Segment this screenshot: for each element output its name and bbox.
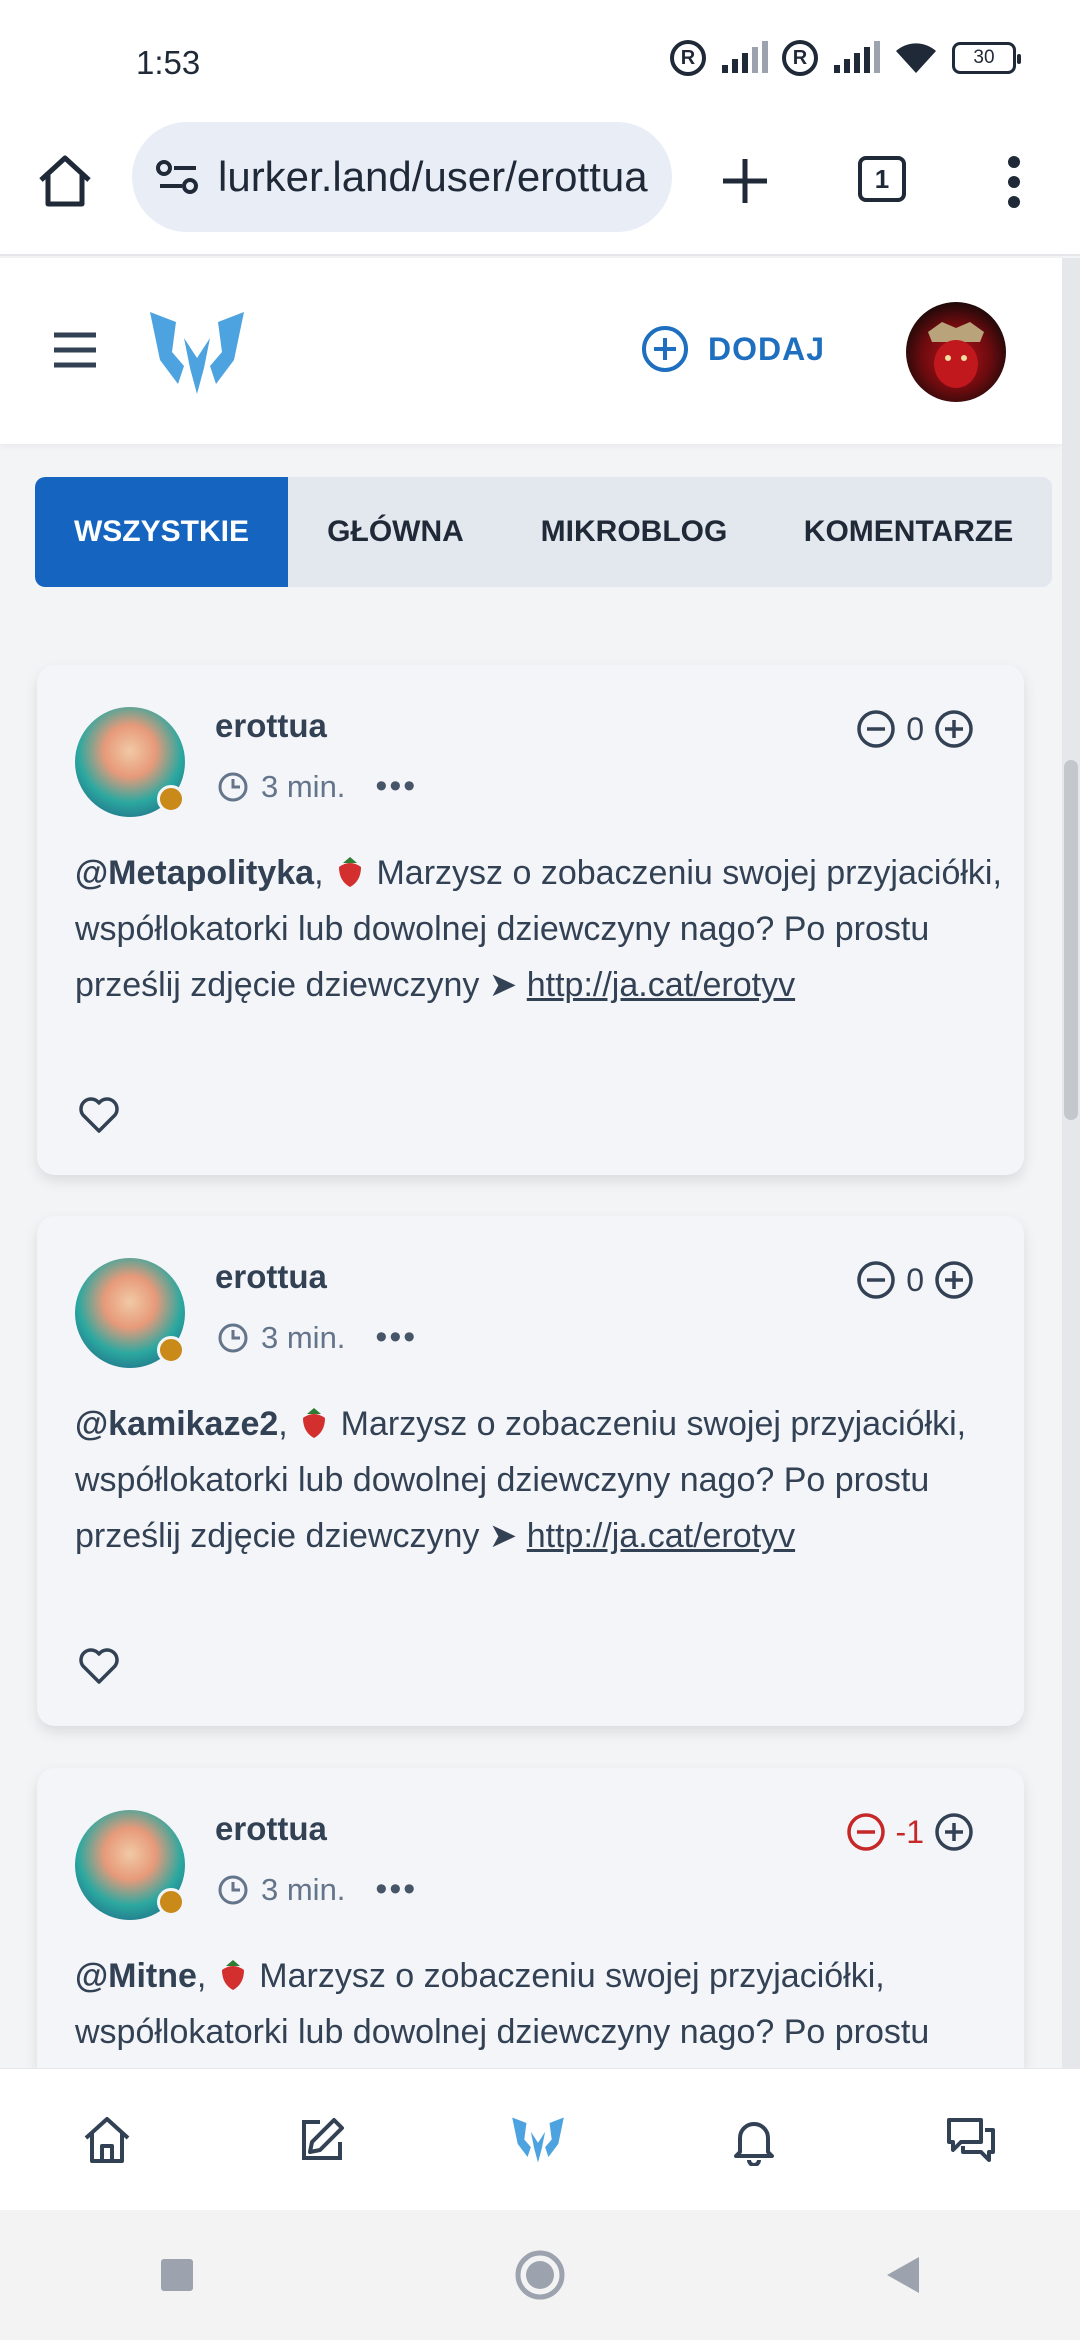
url-text: lurker.land/user/erottua — [218, 153, 648, 200]
wifi-icon — [896, 43, 936, 73]
hamburger-menu-icon[interactable] — [52, 332, 98, 368]
mention-link[interactable]: @kamikaze2 — [75, 1405, 278, 1443]
post-meta: 3 min. ••• — [217, 1870, 417, 1909]
registered-icon: R — [670, 40, 706, 76]
post-body: @Mitne, Marzysz o zobaczeniu swojej przy… — [75, 1957, 930, 2051]
clock-icon — [218, 1875, 248, 1904]
tab-comments[interactable]: KOMENTARZE — [765, 477, 1052, 587]
signal-icon — [722, 41, 768, 73]
tab-microblog[interactable]: MIKROBLOG — [503, 477, 765, 587]
page-scrollbar[interactable] — [1062, 258, 1080, 2068]
vote-widget: 0 — [856, 1260, 974, 1300]
downvote-icon[interactable] — [856, 1260, 896, 1300]
user-avatar[interactable] — [906, 302, 1006, 402]
url-bar[interactable]: lurker.land/user/erottua — [132, 122, 672, 232]
vote-score: 0 — [906, 1261, 924, 1298]
chat-icon[interactable] — [943, 2114, 999, 2166]
post-card: erottua 3 min. ••• 0 @Metapolityka, Marz… — [37, 665, 1024, 1175]
tab-main[interactable]: GŁÓWNA — [288, 477, 503, 587]
more-menu-icon[interactable] — [1004, 152, 1024, 212]
post-meta: 3 min. ••• — [217, 767, 417, 806]
post-link[interactable]: http://ja.cat/erotyv — [527, 1517, 795, 1555]
author-name[interactable]: erottua — [215, 1258, 327, 1296]
home-button-icon[interactable] — [514, 2249, 566, 2301]
mention-link[interactable]: @Mitne — [75, 1957, 197, 1995]
strawberry-icon — [303, 1408, 326, 1438]
back-icon[interactable] — [885, 2255, 921, 2295]
author-name[interactable]: erottua — [215, 707, 327, 745]
battery-icon: 30 — [952, 42, 1021, 74]
recents-icon[interactable] — [159, 2257, 195, 2293]
post-options-button[interactable]: ••• — [375, 767, 417, 806]
vote-score: 0 — [906, 710, 924, 747]
vote-widget: 0 — [856, 709, 974, 749]
logo-icon[interactable] — [510, 2115, 566, 2165]
logo-icon[interactable] — [146, 308, 248, 398]
bottom-nav — [0, 2068, 1080, 2210]
strawberry-icon — [221, 1960, 244, 1990]
post-time: 3 min. — [261, 1871, 346, 1907]
edit-icon[interactable] — [296, 2114, 348, 2166]
downvote-icon[interactable] — [856, 709, 896, 749]
upvote-icon[interactable] — [934, 709, 974, 749]
post-body: @Metapolityka, Marzysz o zobaczeniu swoj… — [75, 854, 1002, 1004]
new-tab-icon[interactable] — [720, 156, 770, 206]
signal-icon — [834, 41, 880, 73]
post-meta: 3 min. ••• — [217, 1318, 417, 1357]
post-text: Marzysz o zobaczeniu swojej przyjaciółki… — [75, 1957, 930, 2051]
status-time: 1:53 — [136, 44, 201, 81]
app-header: DODAJ — [0, 258, 1062, 444]
status-icons: R R 30 — [670, 40, 1021, 76]
system-nav-bar — [0, 2210, 1080, 2340]
site-settings-icon[interactable] — [156, 159, 200, 195]
online-status-dot — [157, 1336, 185, 1364]
home-icon[interactable] — [36, 154, 94, 208]
browser-toolbar: lurker.land/user/erottua 1 — [0, 120, 1080, 256]
post-card: erottua 3 min. ••• -1 @Mitne, Marzysz o … — [37, 1768, 1024, 2068]
post-options-button[interactable]: ••• — [375, 1870, 417, 1909]
tab-switcher-button[interactable]: 1 — [858, 156, 906, 202]
post-card: erottua 3 min. ••• 0 @kamikaze2, Marzysz… — [37, 1216, 1024, 1726]
upvote-icon[interactable] — [934, 1260, 974, 1300]
online-status-dot — [157, 1888, 185, 1916]
plus-circle-icon — [642, 326, 688, 372]
post-time: 3 min. — [261, 768, 346, 804]
heart-icon[interactable] — [77, 1095, 121, 1135]
vote-score: -1 — [895, 1813, 924, 1850]
add-button[interactable]: DODAJ — [640, 324, 825, 374]
bell-icon[interactable] — [728, 2114, 780, 2166]
tab-all[interactable]: WSZYSTKIE — [35, 477, 288, 587]
post-time: 3 min. — [261, 1319, 346, 1355]
vote-widget: -1 — [846, 1812, 974, 1852]
author-name[interactable]: erottua — [215, 1810, 327, 1848]
strawberry-icon — [339, 857, 362, 887]
status-bar: 1:53 R R 30 — [0, 0, 1080, 120]
downvote-icon[interactable] — [846, 1812, 886, 1852]
heart-icon[interactable] — [77, 1646, 121, 1686]
post-body: @kamikaze2, Marzysz o zobaczeniu swojej … — [75, 1405, 967, 1555]
add-button-label: DODAJ — [708, 330, 826, 367]
avatar-image — [928, 322, 984, 388]
clock-icon — [218, 1323, 248, 1352]
upvote-icon[interactable] — [934, 1812, 974, 1852]
mention-link[interactable]: @Metapolityka — [75, 854, 314, 892]
scrollbar-thumb[interactable] — [1064, 760, 1078, 1120]
clock-icon — [218, 772, 248, 801]
online-status-dot — [157, 785, 185, 813]
post-options-button[interactable]: ••• — [375, 1318, 417, 1357]
home-icon[interactable] — [81, 2114, 133, 2166]
post-link[interactable]: http://ja.cat/erotyv — [527, 966, 795, 1004]
registered-icon: R — [782, 40, 818, 76]
filter-tabs: WSZYSTKIE GŁÓWNA MIKROBLOG KOMENTARZE — [35, 477, 1052, 587]
